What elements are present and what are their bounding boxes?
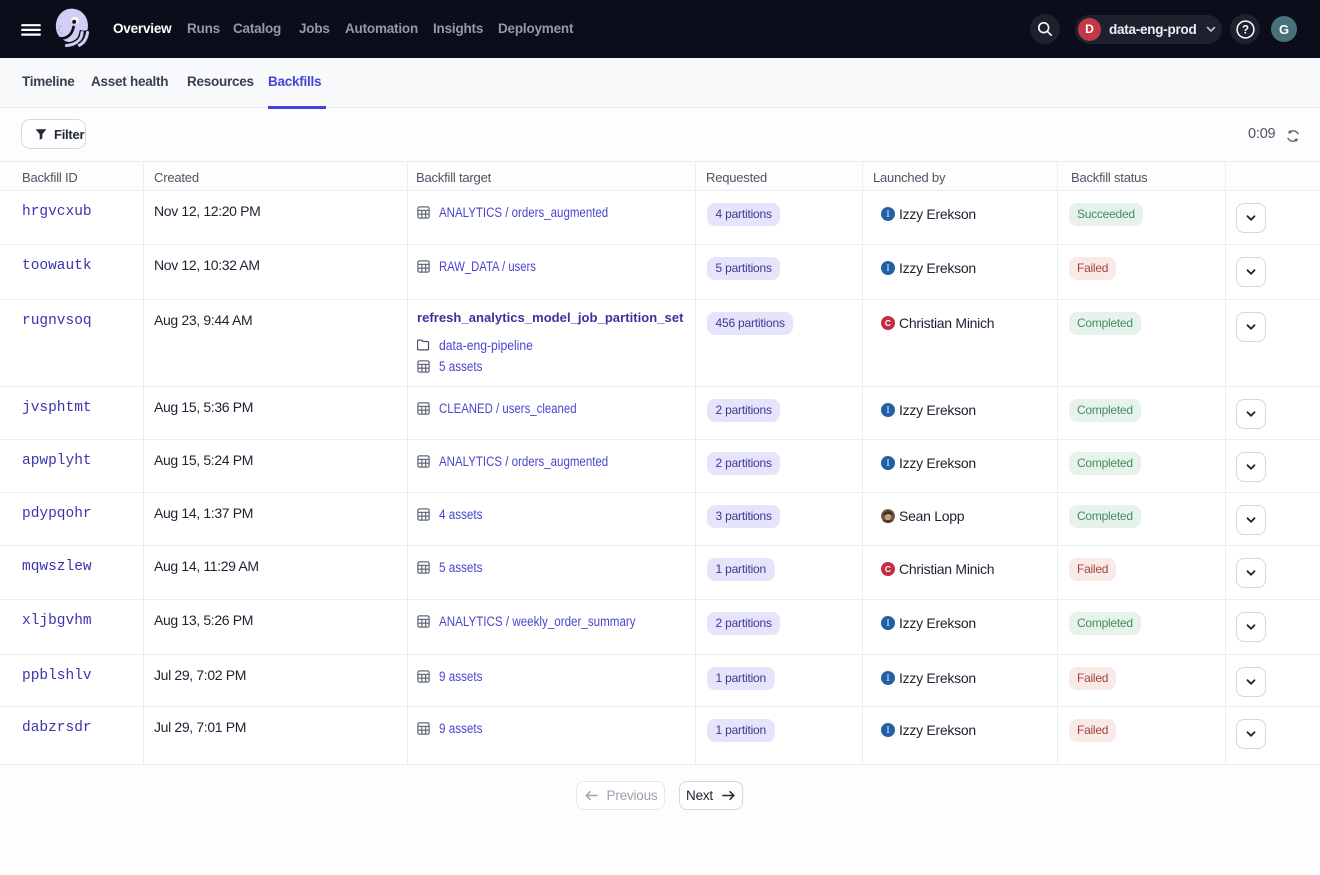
svg-text:?: ?	[1241, 24, 1248, 36]
